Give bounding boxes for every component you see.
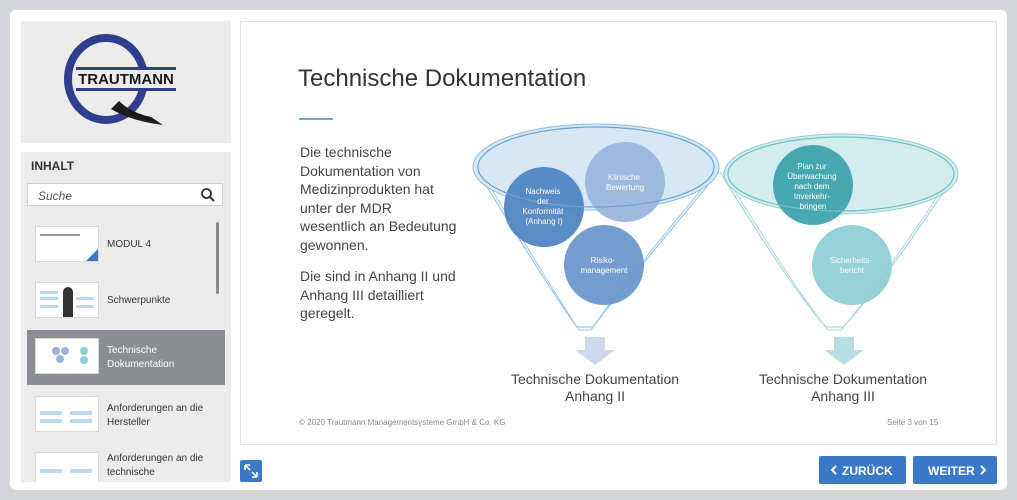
- arrow-down-icon: [575, 337, 615, 365]
- toc-item-anforderungen-technische[interactable]: Anforderungen an die technische: [27, 444, 225, 482]
- sicherheit-line-1: Sicherheits-: [830, 256, 873, 265]
- toc-item-schwerpunkte[interactable]: Schwerpunkte: [27, 274, 225, 329]
- funnel2-caption-line1: Technische Dokumentation: [759, 371, 927, 387]
- toc-title: INHALT: [31, 159, 75, 173]
- plan-line-3: nach dem: [794, 182, 829, 191]
- logo-text: TRAUTMANN: [78, 71, 174, 88]
- funnel-anhang-2: Nachweis der Konformität (Anhang I) Klin…: [472, 123, 720, 404]
- nachweis-line-4: (Anhang I): [525, 217, 563, 226]
- plan-line-2: Überwachung: [787, 172, 836, 181]
- risiko-line-1: Risiko-: [591, 256, 616, 265]
- fullscreen-button[interactable]: [240, 460, 262, 482]
- chevron-left-icon: [830, 465, 837, 475]
- nachweis-line-1: Nachweis: [526, 187, 561, 196]
- trautmann-logo: TRAUTMANN: [64, 34, 176, 125]
- circle-sicherheitsbericht: [812, 225, 892, 305]
- plan-line-4: Inverkehr-: [794, 192, 830, 201]
- toc-item-label: Schwerpunkte: [107, 295, 171, 306]
- search-placeholder: Suche: [38, 189, 73, 203]
- back-button[interactable]: ZURÜCK: [819, 456, 906, 484]
- funnel2-caption-line2: Anhang III: [811, 388, 875, 404]
- toc-item-technische-dokumentation[interactable]: Technische Dokumentation: [27, 330, 225, 385]
- logo-panel: TRAUTMANN: [21, 21, 231, 143]
- nachweis-line-2: der: [537, 197, 549, 206]
- circle-risikomanagement: [564, 225, 644, 305]
- toc-thumbnail: [35, 396, 99, 432]
- search-input[interactable]: Suche: [27, 183, 223, 206]
- toc-item-label: MODUL 4: [107, 239, 152, 250]
- toc-thumbnail: [35, 282, 99, 318]
- toc-item-label: Technische Dokumentation: [107, 345, 175, 370]
- sicherheit-line-2: bericht: [840, 266, 865, 275]
- funnel-diagram: Nachweis der Konformität (Anhang I) Klin…: [472, 123, 959, 404]
- plan-line-1: Plan zur: [797, 162, 827, 171]
- funnel1-caption-line1: Technische Dokumentation: [511, 371, 679, 387]
- toc-item-label: Anforderungen an die technische: [107, 453, 204, 478]
- circle-label-klinische: Klinische Bewertung: [606, 173, 644, 192]
- toc-scrollbar[interactable]: [216, 222, 219, 294]
- expand-icon: [244, 464, 258, 478]
- plan-line-5: bringen: [800, 202, 827, 211]
- search-icon[interactable]: [200, 187, 216, 203]
- next-button[interactable]: WEITER: [913, 456, 997, 484]
- slide-copyright: © 2020 Trautmann Managementsysteme GmbH …: [299, 418, 506, 427]
- back-button-label: ZURÜCK: [842, 464, 893, 478]
- toc-thumbnail: [35, 226, 99, 262]
- next-button-label: WEITER: [928, 464, 975, 478]
- toc-thumbnail: [35, 338, 99, 374]
- toc-item-modul-4[interactable]: MODUL 4: [27, 218, 225, 273]
- chevron-right-icon: [980, 465, 987, 475]
- funnel-anhang-3: Plan zur Überwachung nach dem Inverkehr-…: [719, 133, 959, 404]
- circle-label-nachweis: Nachweis der Konformität (Anhang I): [522, 187, 565, 226]
- toc-item-anforderungen-hersteller[interactable]: Anforderungen an die Hersteller: [27, 388, 225, 443]
- klinische-line-1: Klinische: [608, 173, 641, 182]
- funnel1-caption-line2: Anhang II: [565, 388, 625, 404]
- klinische-line-2: Bewertung: [606, 183, 644, 192]
- circle-klinische-bewertung: [585, 142, 665, 222]
- toc-panel: INHALT Suche MODUL 4 Schwerpunkte Techni…: [21, 152, 231, 482]
- slide-page-number: Seite 3 von 15: [887, 418, 939, 427]
- arrow-down-icon: [824, 337, 864, 365]
- toc-thumbnail: [35, 452, 99, 482]
- slide-canvas: Technische Dokumentation Die technische …: [240, 21, 997, 445]
- toc-item-label: Anforderungen an die Hersteller: [107, 403, 204, 428]
- nachweis-line-3: Konformität: [522, 207, 564, 216]
- risiko-line-2: management: [581, 266, 628, 275]
